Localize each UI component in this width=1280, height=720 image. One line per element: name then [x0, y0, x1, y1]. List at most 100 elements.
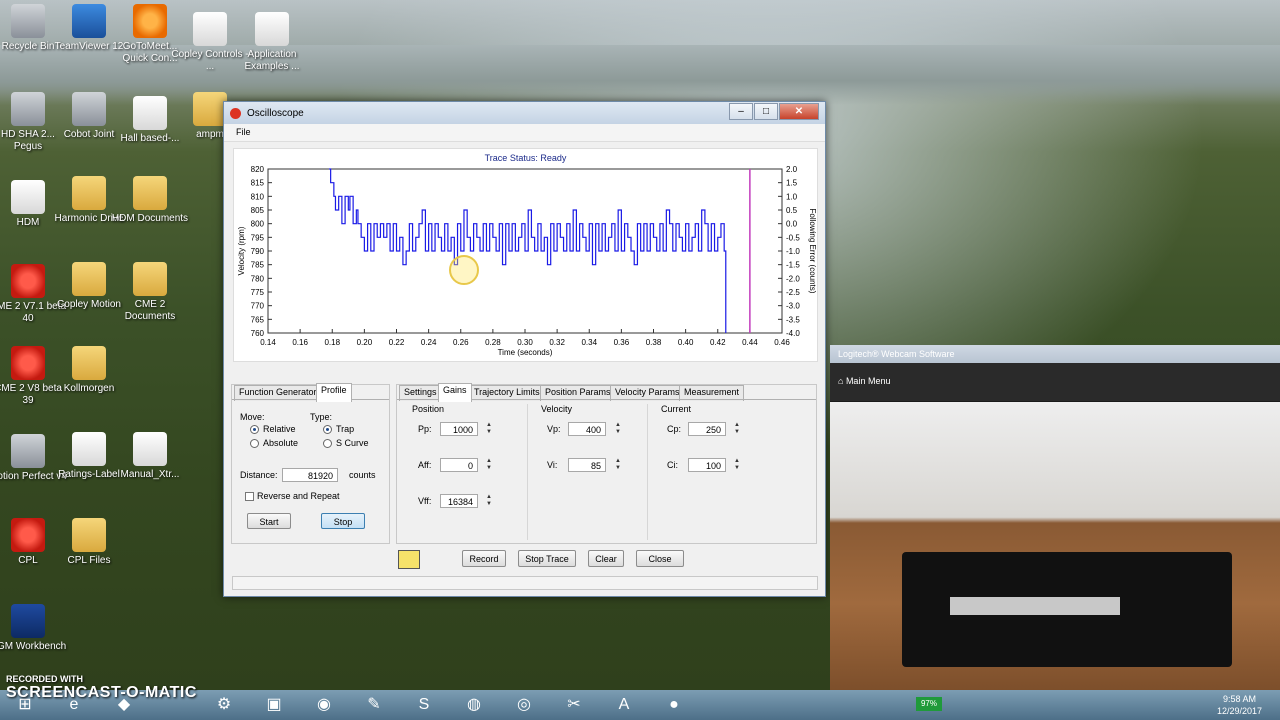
y-tick-label: 775 — [251, 288, 265, 297]
tab-gains[interactable]: Gains — [438, 383, 472, 402]
distance-unit: counts — [349, 470, 376, 480]
skype-icon[interactable]: S — [404, 692, 444, 718]
webcam-window: Logitech® Webcam Software ⌂ Main Menu — [830, 345, 1280, 690]
capture-icon[interactable]: ◎ — [504, 692, 544, 718]
x-tick-label: 0.32 — [549, 338, 565, 347]
pp-spinner[interactable]: ▲ ▼ — [485, 422, 493, 436]
recycle-bin-icon — [11, 4, 45, 38]
pp-field[interactable]: 1000 — [440, 422, 478, 436]
position-group-title: Position — [412, 404, 445, 414]
vp-label: Vp: — [547, 424, 561, 434]
cme-app-icon — [11, 518, 45, 552]
save-trace-icon[interactable] — [398, 550, 420, 569]
y2-axis-label: Following Error (counts) — [808, 209, 817, 294]
image-file-icon — [133, 96, 167, 130]
ci-label: Ci: — [667, 460, 678, 470]
desktop-icon[interactable]: CPL Files — [49, 518, 129, 567]
folder-icon — [72, 346, 106, 380]
y2-tick-label: -1.5 — [786, 261, 800, 270]
x-tick-label: 0.30 — [517, 338, 533, 347]
ci-field[interactable]: 100 — [688, 458, 726, 472]
pp-label: Pp: — [418, 424, 432, 434]
tab-profile[interactable]: Profile — [316, 383, 352, 402]
desktop-icon[interactable]: RGM Workbench — [0, 604, 68, 653]
x-tick-label: 0.14 — [260, 338, 276, 347]
stop-trace-button[interactable]: Stop Trace — [518, 550, 576, 567]
type-scurve-label: S Curve — [336, 438, 369, 448]
reverse-repeat-checkbox[interactable] — [245, 492, 254, 501]
cp-spinner[interactable]: ▲ ▼ — [733, 422, 741, 436]
scope-plot-area: Trace Status: Ready 0.14 0.16 0.18 0.20 0.22… — [233, 148, 818, 362]
folder-icon — [72, 518, 106, 552]
vp-field[interactable]: 400 — [568, 422, 606, 436]
type-scurve-radio[interactable] — [323, 439, 332, 448]
y2-tick-label: 0.0 — [786, 220, 798, 229]
oscilloscope-titlebar[interactable]: Oscilloscope – □ ✕ — [224, 102, 825, 124]
desktop-icon[interactable]: HDM Documents — [110, 176, 190, 225]
start-button[interactable]: Start — [247, 513, 291, 529]
x-tick-label: 0.26 — [453, 338, 469, 347]
record-button[interactable]: Record — [462, 550, 506, 567]
velocity-group-title: Velocity — [541, 404, 573, 414]
cme-icon[interactable]: ● — [654, 692, 694, 718]
y2-tick-label: -0.5 — [786, 233, 800, 242]
y-tick-label: 760 — [251, 329, 265, 338]
vff-spinner[interactable]: ▲ ▼ — [485, 494, 493, 508]
pdf-file-icon — [133, 432, 167, 466]
close-window-button[interactable]: ✕ — [779, 103, 819, 120]
y-axis-label: Velocity (rpm) — [237, 226, 246, 275]
tray-clock[interactable]: 9:58 AM 12/29/2017 — [1217, 693, 1262, 717]
aff-spinner[interactable]: ▲ ▼ — [485, 458, 493, 472]
cp-field[interactable]: 250 — [688, 422, 726, 436]
reverse-repeat-label: Reverse and Repeat — [257, 491, 340, 501]
motor-label-plate — [950, 597, 1120, 615]
screencast-watermark: RECORDED WITH SCREENCAST-O-MATIC — [6, 674, 197, 702]
close-button[interactable]: Close — [636, 550, 684, 567]
status-bar — [232, 576, 818, 590]
move-relative-label: Relative — [263, 424, 296, 434]
vi-field[interactable]: 85 — [568, 458, 606, 472]
desktop-icon[interactable]: Kollmorgen — [49, 346, 129, 395]
main-menu-link[interactable]: ⌂ Main Menu — [838, 376, 890, 386]
desktop-icon[interactable]: Manual_Xtr... — [110, 432, 190, 481]
cp-label: Cp: — [667, 424, 682, 434]
battery-indicator[interactable]: 97% — [916, 697, 942, 711]
vp-spinner[interactable]: ▲ ▼ — [614, 422, 622, 436]
gotomeeting-icon — [133, 4, 167, 38]
distance-field[interactable]: 81920 — [282, 468, 338, 482]
acrobat-icon[interactable]: A — [604, 692, 644, 718]
move-absolute-radio[interactable] — [250, 439, 259, 448]
folder-icon[interactable]: ▣ — [254, 692, 294, 718]
webcam-title[interactable]: Logitech® Webcam Software — [830, 345, 1280, 363]
vi-spinner[interactable]: ▲ ▼ — [614, 458, 622, 472]
desktop-icon[interactable]: Application Examples ... — [232, 12, 312, 73]
folder-icon — [193, 92, 227, 126]
distance-label: Distance: — [240, 470, 278, 480]
snipping-icon[interactable]: ✂ — [554, 692, 594, 718]
minimize-button[interactable]: – — [729, 103, 753, 120]
menu-file[interactable]: File — [236, 127, 251, 137]
desktop-icon[interactable]: CME 2 Documents — [110, 262, 190, 323]
oscilloscope-window: Oscilloscope – □ ✕ File Trace Status: Re… — [223, 101, 826, 597]
control-panel-icon[interactable]: ⚙ — [204, 692, 244, 718]
y-tick-label: 795 — [251, 233, 265, 242]
rgm-workbench-icon — [11, 604, 45, 638]
stop-button[interactable]: Stop — [321, 513, 365, 529]
oscilloscope-app-icon — [230, 107, 241, 119]
vff-field[interactable]: 16384 — [440, 494, 478, 508]
type-trap-radio[interactable] — [323, 425, 332, 434]
ci-spinner[interactable]: ▲ ▼ — [733, 458, 741, 472]
x-tick-label: 0.24 — [421, 338, 437, 347]
notepad-icon[interactable]: ✎ — [354, 692, 394, 718]
move-relative-radio[interactable] — [250, 425, 259, 434]
webcam-icon[interactable]: ◉ — [304, 692, 344, 718]
y2-tick-label: -3.0 — [786, 302, 800, 311]
y2-tick-label: -3.5 — [786, 315, 800, 324]
tray-date: 12/29/2017 — [1216, 706, 1262, 716]
clear-button[interactable]: Clear — [588, 550, 624, 567]
maximize-button[interactable]: □ — [754, 103, 778, 120]
x-tick-label: 0.28 — [485, 338, 501, 347]
x-tick-label: 0.38 — [646, 338, 662, 347]
chrome-icon[interactable]: ◍ — [454, 692, 494, 718]
aff-field[interactable]: 0 — [440, 458, 478, 472]
